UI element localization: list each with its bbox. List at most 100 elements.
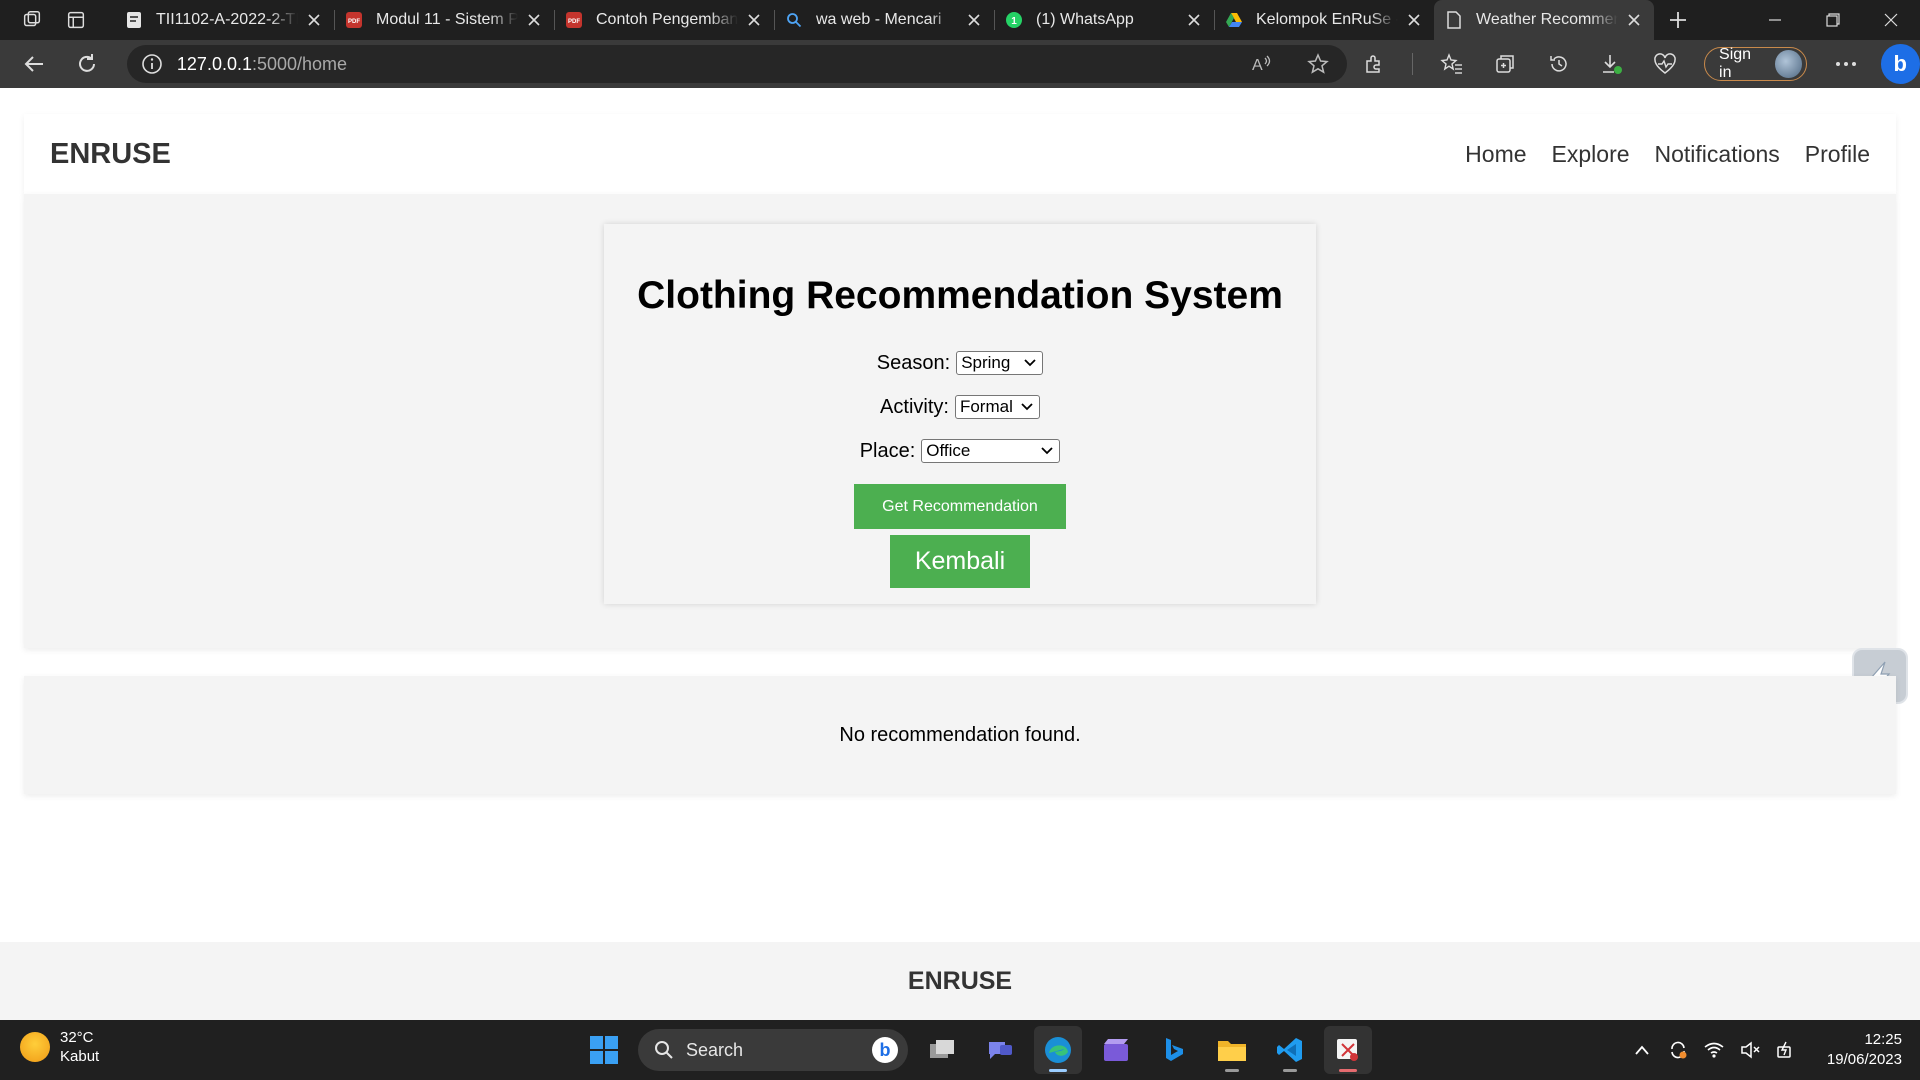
refresh-icon (79, 54, 96, 72)
read-aloud-icon[interactable]: A (1247, 49, 1277, 79)
file-explorer-icon[interactable] (1208, 1026, 1256, 1074)
snipping-tool-icon[interactable] (1324, 1026, 1372, 1074)
start-button[interactable] (580, 1026, 628, 1074)
weather-condition: Kabut (60, 1048, 100, 1065)
tab-title: Weather Recommendation (1476, 11, 1618, 28)
taskbar-search[interactable]: Search b (638, 1029, 908, 1071)
svg-text:PDF: PDF (568, 19, 580, 25)
url-path: :5000/home (251, 53, 348, 74)
season-label: Season: (876, 351, 951, 374)
battery-charging-icon[interactable] (1775, 1039, 1797, 1061)
restore-button[interactable] (1804, 0, 1862, 40)
active-indicator (1339, 1069, 1357, 1072)
document-icon (124, 10, 144, 30)
bing-chat-icon[interactable]: b (1880, 44, 1920, 84)
workspaces-icon[interactable] (12, 0, 52, 40)
svg-text:1: 1 (1011, 16, 1017, 27)
close-icon[interactable] (964, 10, 984, 30)
activity-label: Activity: (880, 395, 949, 418)
sign-in-button[interactable]: Sign in (1704, 46, 1808, 81)
downloads-icon[interactable] (1597, 49, 1626, 79)
refresh-button[interactable] (65, 44, 108, 84)
clock[interactable]: 12:25 19/06/2023 (1827, 1030, 1902, 1070)
tab-title: Kelompok EnRuSe - Google Drive (1256, 11, 1398, 28)
place-label: Place: (859, 439, 916, 462)
sync-icon[interactable] (1667, 1039, 1689, 1061)
page-icon (1444, 10, 1464, 30)
close-icon[interactable] (524, 10, 544, 30)
windows-icon (590, 1036, 618, 1064)
clipchamp-icon[interactable] (1092, 1026, 1140, 1074)
site-header: ENRUSE Home Explore Notifications Profil… (24, 114, 1896, 194)
nav-link-notifications[interactable]: Notifications (1655, 141, 1780, 168)
activity-value: Formal (959, 397, 1013, 416)
history-icon[interactable] (1544, 49, 1573, 79)
tab-modul-11[interactable]: PDF Modul 11 - Sistem Pakar (334, 0, 554, 40)
extensions-icon[interactable] (1359, 49, 1388, 79)
activity-select[interactable]: Formal (954, 395, 1040, 419)
season-value: Spring (961, 353, 1011, 372)
favorites-icon[interactable] (1437, 49, 1466, 79)
chevron-up-icon[interactable] (1631, 1039, 1653, 1061)
drive-icon (1224, 10, 1244, 30)
teams-chat-icon[interactable] (976, 1026, 1024, 1074)
nav-link-home[interactable]: Home (1465, 141, 1526, 168)
place-select[interactable]: Office (921, 439, 1061, 463)
active-indicator (1049, 1069, 1067, 1072)
chevron-down-icon (1024, 359, 1036, 367)
nav-link-explore[interactable]: Explore (1552, 141, 1630, 168)
search-icon (784, 10, 804, 30)
nav-link-profile[interactable]: Profile (1805, 141, 1870, 168)
back-button[interactable] (12, 44, 55, 84)
clock-time: 12:25 (1864, 1031, 1902, 1048)
tab-title: (1) WhatsApp (1036, 11, 1134, 28)
tab-whatsapp[interactable]: 1 (1) WhatsApp (994, 0, 1214, 40)
close-window-button[interactable] (1862, 0, 1920, 40)
close-icon[interactable] (744, 10, 764, 30)
tab-google-drive[interactable]: Kelompok EnRuSe - Google Drive (1214, 0, 1434, 40)
tab-wa-web-search[interactable]: wa web - Mencari (774, 0, 994, 40)
weather-temp: 32°C (60, 1029, 94, 1046)
weather-widget[interactable]: 32°C Kabut (20, 1028, 99, 1066)
running-indicator (1283, 1069, 1297, 1072)
site-footer: ENRUSE (0, 942, 1920, 1020)
tab-contoh-pengembangan[interactable]: PDF Contoh Pengembangan (554, 0, 774, 40)
bing-app-icon[interactable] (1150, 1026, 1198, 1074)
chevron-down-icon (1021, 403, 1033, 411)
minimize-button[interactable] (1746, 0, 1804, 40)
tab-weather-recommendation[interactable]: Weather Recommendation (1434, 0, 1654, 40)
close-icon[interactable] (304, 10, 324, 30)
bing-icon: b (872, 1037, 898, 1063)
collections-icon[interactable] (1491, 49, 1520, 79)
place-value: Office (926, 441, 971, 460)
chevron-down-icon (1041, 447, 1053, 455)
season-select[interactable]: Spring (956, 351, 1044, 375)
clock-date: 19/06/2023 (1826, 1051, 1902, 1068)
site-brand[interactable]: ENRUSE (50, 138, 171, 171)
activity-row: Activity: Formal (604, 392, 1316, 422)
season-row: Season: Spring (604, 348, 1316, 378)
tab-tii1102[interactable]: TII1102-A-2022-2-TI (114, 0, 334, 40)
get-recommendation-button[interactable]: Get Recommendation (854, 484, 1066, 529)
browser-essentials-icon[interactable] (1651, 49, 1680, 79)
close-icon[interactable] (1404, 10, 1424, 30)
weather-icon (20, 1032, 50, 1062)
close-icon[interactable] (1624, 10, 1644, 30)
close-icon[interactable] (1184, 10, 1204, 30)
tab-title: wa web - Mencari (816, 11, 942, 28)
tab-actions-icon[interactable] (56, 0, 96, 40)
edge-browser-icon[interactable] (1034, 1026, 1082, 1074)
wifi-icon[interactable] (1703, 1039, 1725, 1061)
volume-muted-icon[interactable] (1739, 1039, 1761, 1061)
star-icon[interactable] (1303, 49, 1333, 79)
new-tab-button[interactable] (1658, 0, 1698, 40)
more-options-icon[interactable] (1831, 49, 1860, 79)
vscode-icon[interactable] (1266, 1026, 1314, 1074)
task-view-icon[interactable] (918, 1026, 966, 1074)
url-host: 127.0.0.1 (176, 53, 252, 74)
kembali-button[interactable]: Kembali (890, 535, 1030, 588)
result-message: No recommendation found. (839, 723, 1081, 746)
web-page: ENRUSE Home Explore Notifications Profil… (0, 88, 1920, 1020)
main-section: Clothing Recommendation System Season: S… (24, 194, 1896, 648)
address-bar[interactable]: 127.0.0.1:5000/home A (126, 45, 1347, 83)
